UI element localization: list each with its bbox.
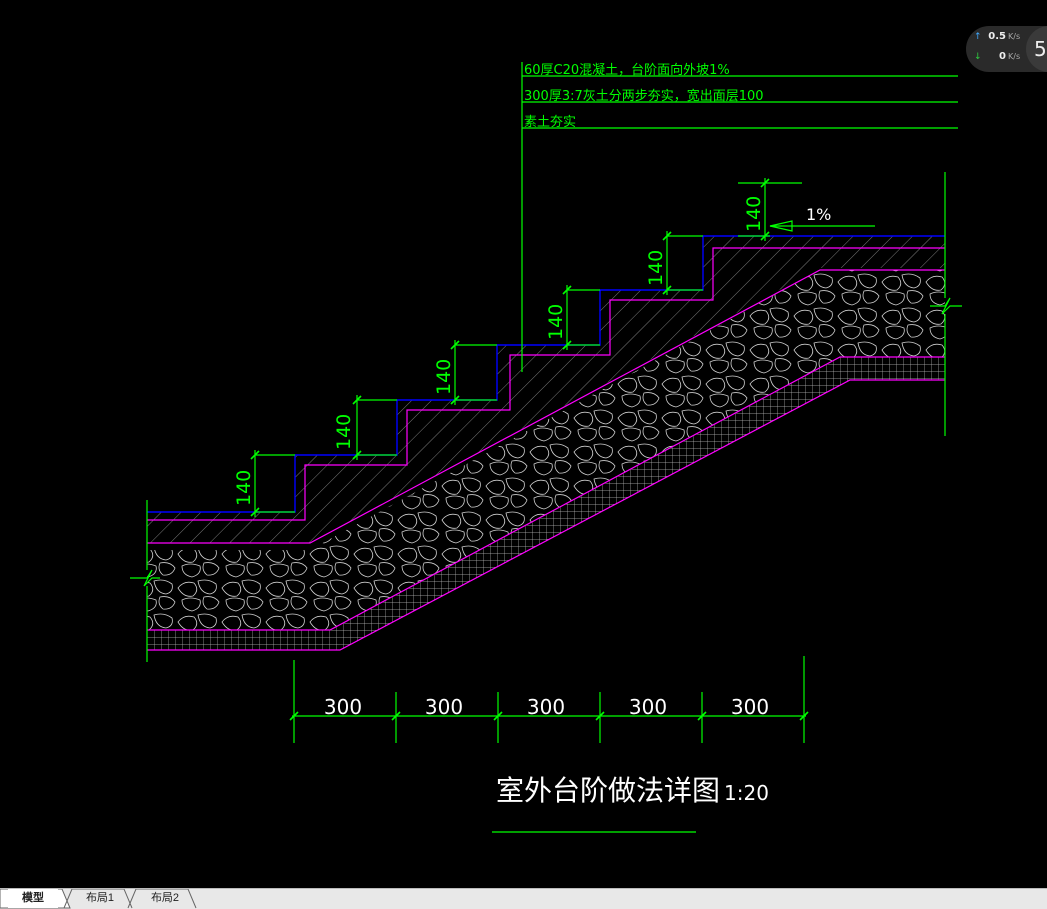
- drawing-canvas[interactable]: 60厚C20混凝土，台阶面向外坡1% 300厚3:7灰土分两步夯实，宽出面层10…: [0, 0, 1047, 888]
- riser-dim-6: 140: [743, 196, 765, 232]
- riser-dim-1: 140: [233, 470, 255, 506]
- tread-dim-2: 300: [425, 695, 463, 719]
- tab-model[interactable]: 模型: [8, 889, 58, 908]
- download-arrow-icon: ↓: [974, 51, 982, 62]
- stair-section-drawing: 60厚C20混凝土，台阶面向外坡1% 300厚3:7灰土分两步夯实，宽出面层10…: [130, 62, 962, 833]
- riser-dim-3: 140: [433, 359, 455, 395]
- riser-dim-5: 140: [645, 250, 667, 286]
- download-unit: K/s: [1008, 52, 1021, 61]
- tread-dim-1: 300: [324, 695, 362, 719]
- upload-speed: ↑ 0.5 K/s: [974, 31, 1020, 42]
- drawing-scale: 1:20: [724, 781, 769, 805]
- upload-value: 0.5: [988, 31, 1006, 42]
- tread-dim-5: 300: [731, 695, 769, 719]
- upload-arrow-icon: ↑: [974, 31, 982, 42]
- download-speed: ↓ 0 K/s: [974, 51, 1020, 62]
- layer-note-2: 300厚3:7灰土分两步夯实，宽出面层100: [524, 88, 764, 104]
- upload-unit: K/s: [1008, 32, 1021, 41]
- riser-dim-4: 140: [545, 304, 567, 340]
- tread-dim-3: 300: [527, 695, 565, 719]
- layer-note-3: 素土夯实: [524, 115, 576, 130]
- download-value: 0: [999, 51, 1006, 62]
- slope-label: 1%: [806, 205, 831, 224]
- tab-layout2[interactable]: 布局2: [138, 889, 192, 908]
- network-speed-widget[interactable]: ↑ 0.5 K/s ↓ 0 K/s 5: [966, 26, 1047, 72]
- layer-note-1: 60厚C20混凝土，台阶面向外坡1%: [524, 62, 730, 78]
- riser-dim-2: 140: [333, 414, 355, 450]
- widget-circle[interactable]: 5: [1026, 26, 1047, 72]
- tab-layout1[interactable]: 布局1: [74, 889, 126, 908]
- drawing-title: 室外台阶做法详图: [496, 774, 720, 807]
- tread-dim-4: 300: [629, 695, 667, 719]
- layout-tab-bar: 模型 布局1 布局2: [0, 888, 1047, 909]
